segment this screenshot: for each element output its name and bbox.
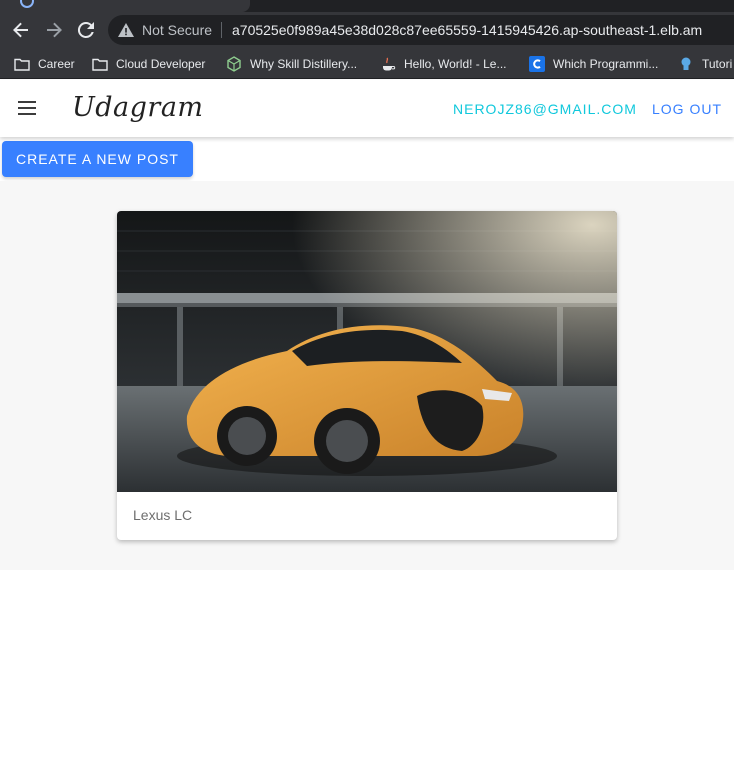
browser-tab-strip (0, 0, 734, 12)
bookmark-tutorial[interactable]: Tutori (678, 55, 732, 73)
post-caption: Lexus LC (133, 507, 193, 523)
cube-icon (226, 56, 242, 72)
warning-icon[interactable] (118, 23, 134, 42)
bookmark-label: Cloud Developer (116, 57, 206, 71)
app-logo[interactable]: Udagram (72, 92, 204, 123)
bookmark-cloud-developer[interactable]: Cloud Developer (92, 55, 205, 73)
user-email-link[interactable]: NEROJZ86@GMAIL.COM (453, 101, 637, 117)
bookmark-hello-world[interactable]: Hello, World! - Le... (380, 55, 506, 73)
address-bar[interactable]: Not Secure a70525e0f989a45e38d028c87ee65… (108, 15, 734, 45)
action-row: CREATE A NEW POST (0, 137, 734, 181)
java-icon (380, 56, 396, 72)
bookmark-skill-distillery[interactable]: Why Skill Distillery... (226, 55, 357, 73)
logout-button[interactable]: LOG OUT (652, 101, 722, 117)
post-image (117, 211, 617, 492)
address-separator (221, 22, 222, 38)
bookmarks-bar: Career Cloud Developer Why Skill Distill… (0, 48, 734, 79)
browser-toolbar: Not Secure a70525e0f989a45e38d028c87ee65… (0, 12, 734, 48)
back-arrow-icon[interactable] (9, 18, 33, 42)
bookmark-which-programming[interactable]: Which Programmi... (529, 55, 658, 73)
tab-favicon-icon (20, 0, 34, 8)
c-logo-icon (529, 56, 545, 72)
bookmark-label: Hello, World! - Le... (404, 57, 507, 71)
forward-arrow-icon[interactable] (42, 18, 66, 42)
bookmark-label: Which Programmi... (553, 57, 659, 71)
create-post-button[interactable]: CREATE A NEW POST (2, 141, 193, 177)
browser-tab-active[interactable] (0, 0, 250, 12)
bookmark-label: Tutori (702, 57, 733, 71)
tutorial-icon (678, 56, 694, 72)
security-label[interactable]: Not Secure (142, 22, 212, 38)
url-text[interactable]: a70525e0f989a45e38d028c87ee65559-1415945… (232, 22, 702, 38)
feed: Lexus LC (0, 181, 734, 570)
bookmark-label: Why Skill Distillery... (250, 57, 358, 71)
reload-icon[interactable] (74, 18, 98, 42)
post-card[interactable]: Lexus LC (117, 211, 617, 540)
menu-icon[interactable] (16, 99, 40, 119)
app-header: Udagram NEROJZ86@GMAIL.COM LOG OUT (0, 80, 734, 137)
folder-icon (14, 56, 30, 72)
bookmark-career[interactable]: Career (14, 55, 75, 73)
bookmark-label: Career (38, 57, 75, 71)
folder-icon (92, 56, 108, 72)
